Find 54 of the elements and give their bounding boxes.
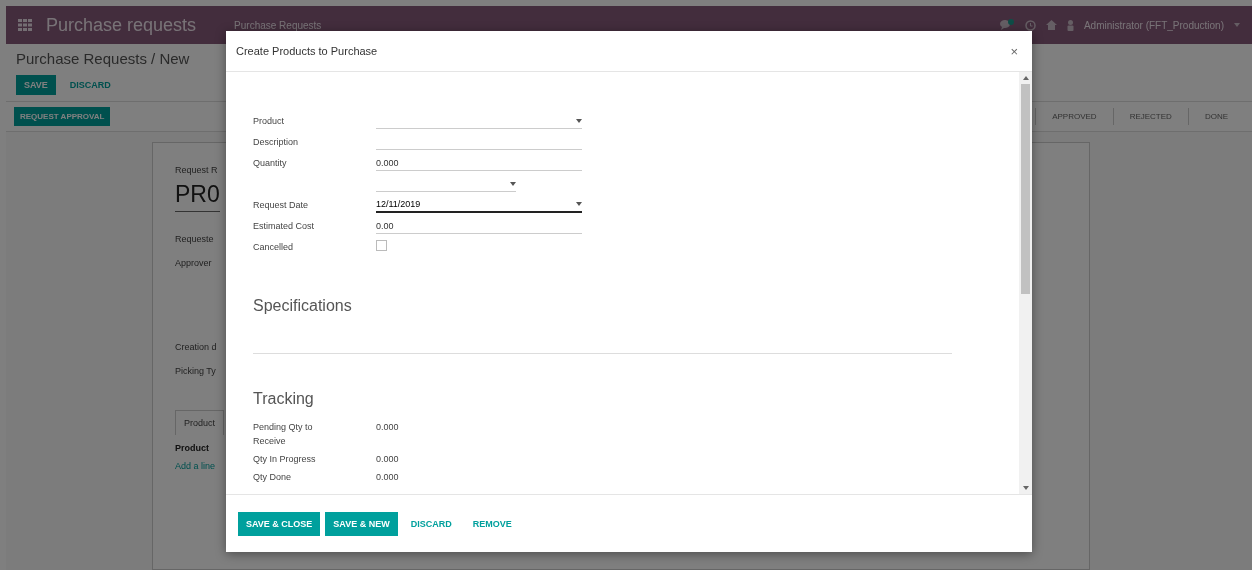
checkbox[interactable] [376, 240, 387, 251]
chat-icon[interactable] [998, 19, 1015, 31]
select-field[interactable]: 12/11/2019 [376, 197, 582, 213]
add-line-link[interactable]: Add a line [175, 461, 216, 471]
caret-icon [510, 181, 516, 186]
user-icon [1066, 19, 1074, 31]
field-label: Requeste [175, 234, 214, 244]
apps-menu-icon[interactable] [18, 19, 32, 31]
field-label: Quantity [253, 158, 288, 170]
caret-icon [576, 202, 582, 206]
field-label: Picking Ty [175, 366, 216, 376]
column-header: Product [175, 443, 209, 453]
save-button[interactable]: SAVE & CLOSE [238, 511, 321, 536]
field-label: Product [253, 116, 286, 128]
input-field[interactable]: 0.000 [376, 155, 582, 171]
status-stage[interactable]: DONE [1187, 108, 1244, 125]
caret-icon [576, 118, 582, 123]
field-label: Cancelled [253, 242, 295, 254]
field-label: Request R [175, 165, 218, 175]
home-icon[interactable] [1045, 20, 1057, 30]
field-label: Approver [175, 258, 212, 268]
field-label: Description [253, 137, 300, 149]
field-label: Pending Qty to Receive [253, 421, 314, 448]
field-label: Qty In Progress [253, 453, 317, 466]
scroll-up-icon[interactable] [1022, 76, 1029, 80]
section-heading: Specifications [253, 297, 353, 315]
app-title: Purchase requests [46, 14, 197, 36]
dialog-title: Create Products to Purchase [236, 45, 378, 57]
field-value: 0.000 [376, 453, 399, 466]
clock-icon[interactable] [1024, 19, 1036, 31]
text-button[interactable]: DISCARD [402, 511, 460, 536]
save-button[interactable]: SAVE [16, 75, 56, 95]
save-button[interactable]: SAVE & NEW [325, 511, 398, 536]
record-title: PR0 [175, 181, 220, 212]
field-value: 0.000 [376, 471, 399, 484]
scroll-down-icon[interactable] [1022, 486, 1029, 490]
section-heading: Tracking [253, 390, 315, 408]
text-button[interactable]: REMOVE [464, 511, 520, 536]
discard-button[interactable]: DISCARD [61, 75, 119, 95]
status-stage[interactable]: REJECTED [1112, 108, 1188, 125]
input-field[interactable]: 0.00 [376, 218, 582, 234]
request-approval-button[interactable]: REQUEST APPROVAL [14, 107, 111, 126]
caret-icon [1234, 23, 1240, 27]
field-label: Qty Done [253, 471, 293, 484]
menu-link[interactable]: Purchase Requests [234, 19, 322, 31]
scrollbar[interactable] [1019, 72, 1032, 494]
user-menu[interactable]: Administrator (FFT_Production) [1083, 19, 1224, 31]
field-value: 0.000 [376, 421, 399, 434]
field-label: Creation d [175, 342, 217, 352]
close-button[interactable]: × [1006, 43, 1022, 59]
status-stage[interactable]: APPROVED [1035, 108, 1113, 125]
field-label: Estimated Cost [253, 221, 316, 233]
field-label: Request Date [253, 200, 310, 212]
notebook-tab[interactable]: Product [175, 410, 225, 435]
